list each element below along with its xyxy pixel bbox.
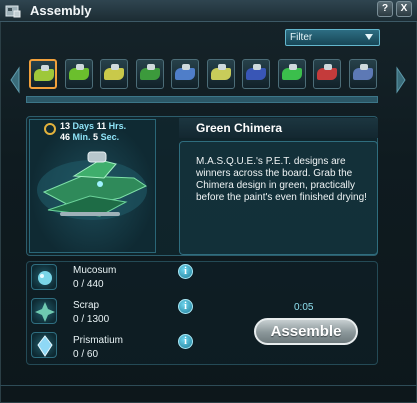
design-thumb-2[interactable] xyxy=(64,59,93,89)
design-thumb-9[interactable] xyxy=(313,59,341,89)
ship-fin xyxy=(324,64,332,70)
design-thumb-10[interactable] xyxy=(348,59,377,89)
requirement-name-prismatium: Prismatium xyxy=(73,335,124,346)
ship-fin xyxy=(75,64,84,70)
timer-minutes-label: Min. xyxy=(72,132,91,142)
timer-hours: 11 xyxy=(96,121,107,131)
ship-fin xyxy=(41,65,49,71)
filter-label: Filter xyxy=(290,32,313,43)
assemble-button[interactable]: Assemble xyxy=(254,318,358,345)
ship-fin xyxy=(288,64,297,70)
info-icon-prismatium[interactable]: i xyxy=(178,334,193,349)
ship-fin xyxy=(111,64,119,70)
timer-days-label: Days xyxy=(72,121,95,131)
prismatium-icon xyxy=(31,332,57,358)
ship-fin xyxy=(182,64,190,70)
timer-days: 13 xyxy=(60,121,71,131)
ship-fin xyxy=(253,64,261,70)
assembly-timer: 13 Days 11 Hrs. 46 Min. 5 Sec. xyxy=(60,121,126,143)
mucosum-icon xyxy=(31,264,57,290)
scrap-icon xyxy=(31,298,57,324)
timer-seconds-label: Sec. xyxy=(100,132,120,142)
assembly-icon xyxy=(5,5,21,18)
info-icon-mucosum[interactable]: i xyxy=(178,264,193,279)
design-thumb-3[interactable] xyxy=(100,59,128,89)
design-thumb-8[interactable] xyxy=(277,59,306,89)
design-name: Green Chimera xyxy=(196,121,283,135)
design-thumb-7[interactable] xyxy=(242,59,270,89)
design-thumb-1[interactable] xyxy=(29,59,57,89)
footer-divider xyxy=(0,385,417,386)
assembly-time: 0:05 xyxy=(294,302,314,313)
carousel-scrollbar[interactable] xyxy=(26,96,378,103)
requirement-qty-prismatium: 0 / 60 xyxy=(73,349,99,360)
chevron-down-icon xyxy=(365,34,373,40)
design-thumb-5[interactable] xyxy=(171,59,199,89)
ship-fin xyxy=(217,64,226,70)
requirement-name-mucosum: Mucosum xyxy=(73,265,117,276)
requirement-qty-scrap: 0 / 1300 xyxy=(73,314,110,325)
ship-fin xyxy=(146,64,155,70)
design-thumb-6[interactable] xyxy=(206,59,235,89)
window-header: Assembly ? X xyxy=(0,0,417,22)
filter-dropdown[interactable]: Filter xyxy=(285,29,380,46)
design-description: M.A.S.Q.U.E.'s P.E.T. designs are winner… xyxy=(196,156,367,203)
carousel-next-arrow[interactable] xyxy=(395,66,407,94)
timer-minutes: 46 xyxy=(60,132,71,142)
info-icon-scrap[interactable]: i xyxy=(178,299,193,314)
design-thumb-4[interactable] xyxy=(135,59,164,89)
carousel-prev-arrow[interactable] xyxy=(9,66,21,94)
close-button[interactable]: X xyxy=(396,1,412,17)
help-button[interactable]: ? xyxy=(377,1,393,17)
ship-fin xyxy=(359,64,368,70)
window-title: Assembly xyxy=(30,3,92,18)
design-carousel xyxy=(26,57,381,93)
requirement-qty-mucosum: 0 / 440 xyxy=(73,279,104,290)
requirement-name-scrap: Scrap xyxy=(73,300,100,311)
clock-icon xyxy=(44,123,56,135)
timer-hours-label: Hrs. xyxy=(108,121,127,131)
timer-seconds: 5 xyxy=(93,132,99,142)
